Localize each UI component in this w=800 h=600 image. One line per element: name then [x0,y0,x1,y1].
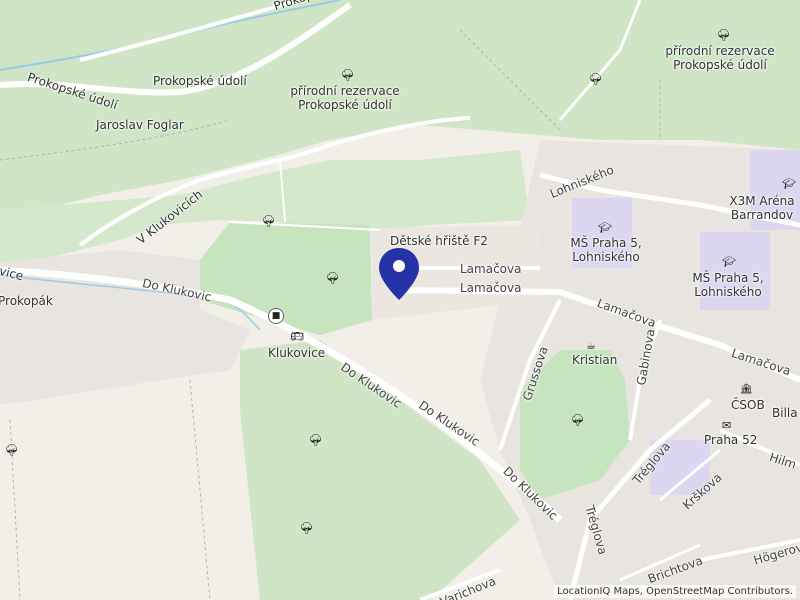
label-ms-2: MŠ Praha 5, Lohniského [684,271,772,299]
label-klukovice: Klukovice [268,346,326,360]
bus-station-icon[interactable]: 🚌︎ [290,331,304,343]
map-attribution[interactable]: LocationIQ Maps, OpenStreetMap Contribut… [554,585,796,598]
label-ms-2-line1: MŠ Praha 5, [692,271,764,285]
tree-icon: 🌳︎ [570,413,586,427]
label-praha52: Praha 52 [704,433,758,447]
tree-icon: 🌳︎ [299,521,315,535]
map-pin-icon[interactable] [376,246,422,302]
label-x3m-line1: X3M Aréna [729,194,795,208]
tree-icon: 🌳︎ [325,271,341,285]
label-ms-1: MŠ Praha 5, Lohniského [562,236,650,264]
label-reserve-1-line2: Prokopské údolí [298,98,392,112]
label-prokopske-place: Prokopské údolí [153,74,247,88]
tree-icon: 🌳︎ [340,68,356,82]
map-pin-shape [379,248,419,300]
label-lamacova-2: Lamačova [460,281,522,295]
bus-stop-icon[interactable]: ■ [268,308,284,324]
bank-icon: 🏦︎ [740,384,753,395]
label-reserve-1: přírodní rezervace Prokopské údolí [290,84,400,112]
label-csob: ČSOB [731,398,765,412]
label-reserve-2-line1: přírodní rezervace [665,44,775,58]
post-office-icon: ✉︎ [722,419,732,432]
label-reserve-2-line2: Prokopské údolí [673,58,767,72]
tree-icon: 🌳︎ [308,433,324,447]
tree-icon: 🌳︎ [4,443,20,457]
school-icon: 🎓︎ [598,221,612,234]
label-prokopak: Prokopák [0,294,53,308]
tree-icon: 🌳︎ [261,214,277,228]
label-reserve-2: přírodní rezervace Prokopské údolí [664,44,776,72]
label-jaroslav-foglar: Jaroslav Foglar [96,118,184,132]
label-reserve-1-line1: přírodní rezervace [290,84,400,98]
map-canvas[interactable]: Prokopské Prokopské údolí Prokopské údol… [0,0,800,600]
label-kristian: Kristian [572,353,618,367]
school-icon: 🎓︎ [722,255,736,268]
tree-icon: 🌳︎ [716,28,732,42]
label-x3m: X3M Aréna Barrandov [722,194,800,222]
label-ms-1-line2: Lohniského [572,250,640,264]
cafe-icon: ☕︎ [586,339,596,352]
label-ms-1-line1: MŠ Praha 5, [570,236,642,250]
meadow-south [0,410,260,600]
school-icon: 🎓︎ [782,177,796,190]
label-billa: Billa [772,406,798,420]
label-lamacova-1: Lamačova [460,262,522,276]
label-x3m-line2: Barrandov [730,208,794,222]
label-ms-2-line2: Lohniského [694,285,762,299]
tree-icon: 🌳︎ [588,72,604,86]
